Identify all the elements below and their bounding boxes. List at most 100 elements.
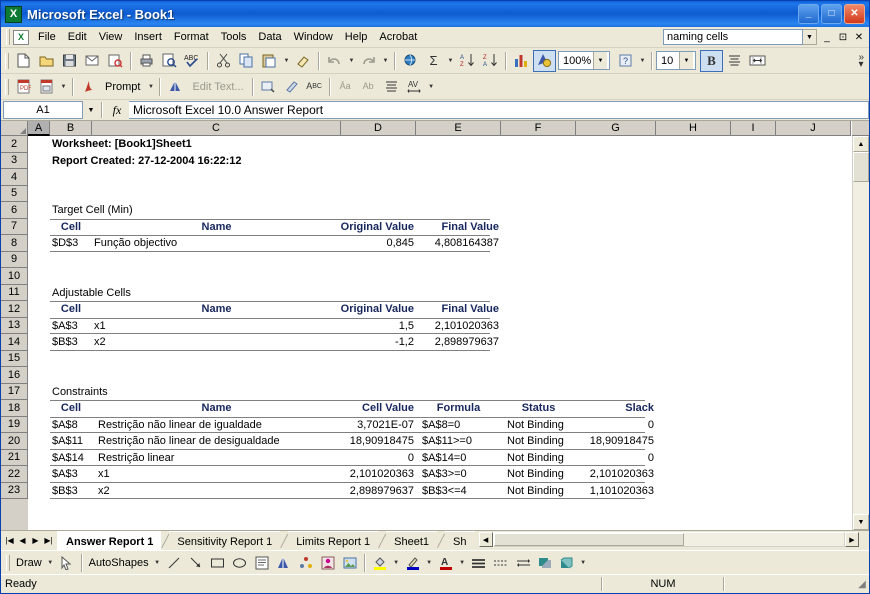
adjustable-section-title[interactable]: Adjustable Cells xyxy=(50,285,250,302)
constraints-row-name[interactable]: Restrição não linear de desigualdade xyxy=(96,433,345,450)
next-sheet-icon[interactable]: ▶ xyxy=(29,533,42,548)
highlight-icon[interactable] xyxy=(280,76,303,98)
redo-icon[interactable] xyxy=(357,50,380,72)
sort-asc-icon[interactable]: AZ xyxy=(456,50,479,72)
help-chevron-icon[interactable]: ▼ xyxy=(637,50,648,72)
constraints-row-status[interactable]: Not Binding xyxy=(505,417,580,434)
adjustable-row-cell[interactable]: $B$3 xyxy=(50,334,92,351)
line-icon[interactable] xyxy=(163,553,185,573)
font-icon[interactable]: Āa xyxy=(334,76,357,98)
name-box[interactable]: A1 xyxy=(3,101,83,119)
print-preview-icon[interactable] xyxy=(158,50,181,72)
target-section-title[interactable]: Target Cell (Min) xyxy=(50,202,250,219)
row-header-14[interactable]: 14 xyxy=(1,334,28,351)
vertical-scrollbar[interactable]: ▲ ▼ xyxy=(852,136,869,530)
column-header-f[interactable]: F xyxy=(501,121,576,136)
constraints-header-status[interactable]: Status xyxy=(501,400,576,417)
sheet-tab-limits-report-1[interactable]: Limits Report 1 xyxy=(288,531,379,550)
report-created-cell[interactable]: Report Created: 27-12-2004 16:22:12 xyxy=(50,153,350,170)
align-text-icon[interactable] xyxy=(380,76,403,98)
constraints-row-value[interactable]: 2,898979637 xyxy=(341,483,416,500)
chevron-down-icon[interactable]: ▼ xyxy=(803,29,817,45)
font-color-icon[interactable]: A xyxy=(435,553,457,573)
target-row-name[interactable]: Função objectivo xyxy=(92,235,341,252)
constraints-row-formula[interactable]: $A$8=0 xyxy=(420,417,505,434)
row-header-5[interactable]: 5 xyxy=(1,185,28,202)
menu-tools[interactable]: Tools xyxy=(215,29,253,45)
row-header-22[interactable]: 22 xyxy=(1,466,28,483)
clip-art-icon[interactable] xyxy=(317,553,339,573)
formula-input[interactable]: Microsoft Excel 10.0 Answer Report xyxy=(129,101,869,119)
drawing-icon[interactable] xyxy=(533,49,556,72)
sheet-tab-sheet1[interactable]: Sheet1 xyxy=(386,531,438,550)
align-icon[interactable] xyxy=(723,50,746,72)
shadow-icon[interactable] xyxy=(534,553,556,573)
maximize-button[interactable]: □ xyxy=(821,4,842,24)
target-row-cell[interactable]: $D$3 xyxy=(50,235,92,252)
menu-view[interactable]: View xyxy=(93,29,129,45)
chart-wizard-icon[interactable] xyxy=(510,50,533,72)
row-header-4[interactable]: 4 xyxy=(1,169,28,186)
undo-icon[interactable] xyxy=(323,50,346,72)
row-header-10[interactable]: 10 xyxy=(1,268,28,285)
constraints-header-cell[interactable]: Cell xyxy=(50,400,92,417)
select-all-button[interactable] xyxy=(1,121,28,136)
minimize-button[interactable]: _ xyxy=(798,4,819,24)
sheet-tab-answer-report-1[interactable]: Answer Report 1 xyxy=(57,531,162,550)
toolbar-overflow-button[interactable]: » ▾ xyxy=(858,52,869,69)
constraints-row-cell[interactable]: $A$14 xyxy=(50,450,96,467)
row-header-9[interactable]: 9 xyxy=(1,251,28,268)
zoom-combo[interactable]: 100% ▼ xyxy=(558,51,610,70)
tab-scroll-left-icon[interactable]: ◀ xyxy=(478,532,493,547)
tab-scroll-thumb[interactable] xyxy=(493,533,684,546)
open-icon[interactable] xyxy=(35,50,58,72)
fill-color-chevron-icon[interactable]: ▼ xyxy=(391,552,402,574)
row-header-2[interactable]: 2 xyxy=(1,136,28,153)
last-sheet-icon[interactable]: ▶| xyxy=(42,533,55,548)
constraints-row-cell[interactable]: $A$11 xyxy=(50,433,96,450)
row-header-12[interactable]: 12 xyxy=(1,301,28,318)
touchup-object-icon[interactable] xyxy=(257,76,280,98)
row-header-19[interactable]: 19 xyxy=(1,416,28,433)
redo-chevron-icon[interactable]: ▼ xyxy=(380,50,391,72)
select-objects-icon[interactable] xyxy=(56,553,78,573)
constraints-row-name[interactable]: Restrição não linear de igualdade xyxy=(96,417,345,434)
rectangle-icon[interactable] xyxy=(207,553,229,573)
column-header-e[interactable]: E xyxy=(416,121,501,136)
copy-icon[interactable] xyxy=(235,50,258,72)
abc-icon[interactable]: A BC xyxy=(303,76,326,98)
constraints-row-name[interactable]: x2 xyxy=(96,483,345,500)
document-close-button[interactable]: ✕ xyxy=(853,32,865,43)
column-header-b[interactable]: B xyxy=(50,121,92,136)
3d-chevron-icon[interactable]: ▼ xyxy=(578,552,589,574)
document-minimize-button[interactable]: _ xyxy=(821,32,833,43)
adjustable-header-name[interactable]: Name xyxy=(92,301,341,318)
target-header-cell[interactable]: Cell xyxy=(50,219,92,236)
constraints-row-formula[interactable]: $A$11>=0 xyxy=(420,433,505,450)
constraints-row-formula[interactable]: $B$3<=4 xyxy=(420,483,505,500)
column-header-j[interactable]: J xyxy=(776,121,851,136)
menu-format[interactable]: Format xyxy=(168,29,215,45)
constraints-header-slack[interactable]: Slack xyxy=(576,400,656,417)
constraints-row-status[interactable]: Not Binding xyxy=(505,466,580,483)
autoshapes-chevron-icon[interactable]: ▼ xyxy=(152,552,163,574)
row-header-8[interactable]: 8 xyxy=(1,235,28,252)
draw-chevron-icon[interactable]: ▼ xyxy=(45,552,56,574)
target-row-final[interactable]: 4,808164387 xyxy=(416,235,501,252)
constraints-header-name[interactable]: Name xyxy=(92,400,341,417)
constraints-header-formula[interactable]: Formula xyxy=(416,400,501,417)
acrobat-chevron-icon[interactable]: ▼ xyxy=(58,76,69,98)
arrow-icon[interactable] xyxy=(185,553,207,573)
vertical-scroll-track[interactable] xyxy=(853,182,869,514)
adjustable-row-final[interactable]: 2,898979637 xyxy=(416,334,501,351)
constraints-row-cell[interactable]: $B$3 xyxy=(50,483,96,500)
distiller-icon[interactable] xyxy=(164,76,187,98)
oval-icon[interactable] xyxy=(229,553,251,573)
arrow-style-icon[interactable] xyxy=(512,553,534,573)
constraints-row-value[interactable]: 0 xyxy=(341,450,416,467)
autoshapes-menu[interactable]: AutoShapes xyxy=(86,557,152,569)
adjustable-row-original[interactable]: -1,2 xyxy=(341,334,416,351)
row-header-23[interactable]: 23 xyxy=(1,482,28,499)
wordart-icon[interactable] xyxy=(273,553,295,573)
text-box-icon[interactable] xyxy=(251,553,273,573)
